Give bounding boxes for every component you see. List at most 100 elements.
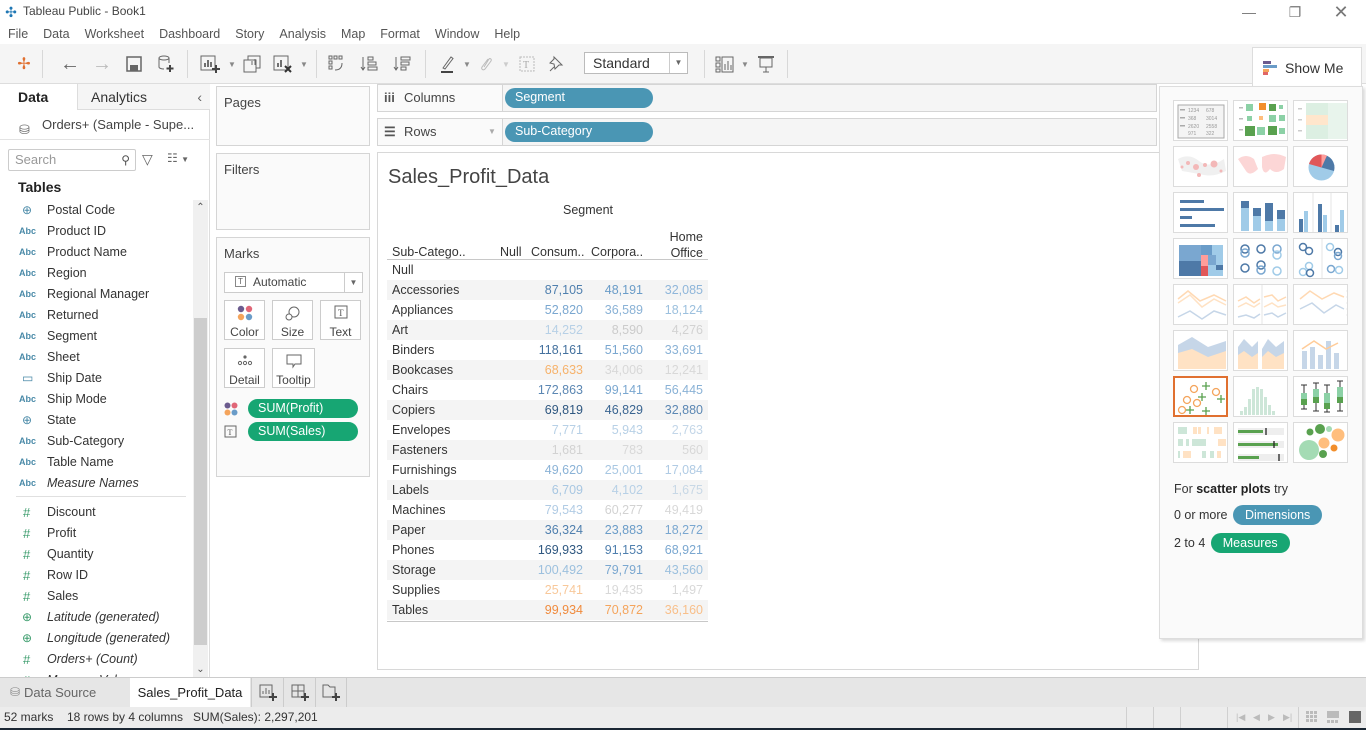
column-header-null[interactable]: Null (500, 245, 522, 259)
row-label[interactable]: Chairs (392, 380, 428, 400)
chart-type-pie-chart[interactable] (1293, 146, 1348, 187)
field-ship-mode[interactable]: Abc Ship Mode (0, 389, 195, 410)
swap-rows-columns-icon[interactable] (325, 52, 349, 76)
show-mark-labels-icon[interactable]: T (515, 52, 539, 76)
field-measure-names[interactable]: Abc Measure Names (0, 473, 195, 494)
field-region[interactable]: Abc Region (0, 263, 195, 284)
sum-profit-pill[interactable]: SUM(Profit) (248, 399, 358, 418)
rows-shelf[interactable]: ☰ Rows ▼ Sub-Category (377, 118, 1157, 146)
menu-data[interactable]: Data (43, 24, 69, 44)
presentation-mode-icon[interactable] (754, 52, 778, 76)
cell-value[interactable]: 49,419 (633, 500, 703, 520)
column-header-corporate[interactable]: Corpora.. (591, 245, 643, 259)
row-label[interactable]: Paper (392, 520, 425, 540)
field-list-scrollbar[interactable]: ⌃ ⌄ (193, 200, 208, 677)
view-mode-icon[interactable]: ☷ ▼ (167, 151, 189, 165)
field-sales[interactable]: # Sales (0, 586, 195, 607)
datasource-item[interactable]: ⛁ Orders+ (Sample - Supe... (0, 112, 210, 140)
new-worksheet-icon[interactable] (198, 52, 222, 76)
show-me-button[interactable]: Show Me (1252, 47, 1362, 87)
field-table-name[interactable]: Abc Table Name (0, 452, 195, 473)
table-row[interactable]: Storage 100,492 79,791 43,560 (387, 560, 708, 580)
last-page-icon[interactable]: ▶| (1283, 707, 1292, 728)
field-product-id[interactable]: Abc Product ID (0, 221, 195, 242)
fit-select[interactable]: Standard ▼ (584, 52, 688, 74)
cell-value[interactable]: 560 (633, 440, 703, 460)
cell-value[interactable]: 32,880 (633, 400, 703, 420)
sub-category-pill[interactable]: Sub-Category (505, 122, 653, 142)
table-row[interactable]: Copiers 69,819 46,829 32,880 (387, 400, 708, 420)
tab-analytics[interactable]: Analytics ‹ (77, 84, 210, 110)
row-label[interactable]: Phones (392, 540, 434, 560)
chart-type-box-and-whisker[interactable] (1293, 376, 1348, 417)
undo-icon[interactable]: ← (58, 52, 82, 76)
field-latitude-generated[interactable]: ⊕ Latitude (generated) (0, 607, 195, 628)
menu-format[interactable]: Format (380, 24, 420, 44)
table-row[interactable]: Accessories 87,105 48,191 32,085 (387, 280, 708, 300)
new-worksheet-dropdown-icon[interactable]: ▼ (228, 60, 236, 69)
cell-value[interactable]: 68,921 (633, 540, 703, 560)
field-sheet[interactable]: Abc Sheet (0, 347, 195, 368)
restore-button[interactable]: ❐ (1272, 0, 1318, 24)
cell-value[interactable]: 1,675 (633, 480, 703, 500)
field-product-name[interactable]: Abc Product Name (0, 242, 195, 263)
menu-file[interactable]: File (8, 24, 28, 44)
cell-value[interactable]: 56,445 (633, 380, 703, 400)
scroll-up-icon[interactable]: ⌃ (193, 202, 208, 213)
field-profit[interactable]: # Profit (0, 523, 195, 544)
chart-type-text-table[interactable]: 1234 678 368 3014 2620 2558 971 322 (1173, 100, 1228, 141)
chart-type-highlight-table[interactable] (1293, 100, 1348, 141)
cell-value[interactable]: 1,497 (633, 580, 703, 600)
chart-type-dual-combination[interactable] (1293, 330, 1348, 371)
field-postal-code[interactable]: ⊕ Postal Code (0, 200, 195, 221)
field-row-id[interactable]: # Row ID (0, 565, 195, 586)
cell-value[interactable]: 32,085 (633, 280, 703, 300)
row-label[interactable]: Machines (392, 500, 446, 520)
table-row[interactable]: Appliances 52,820 36,589 18,124 (387, 300, 708, 320)
column-header-consumer[interactable]: Consum.. (531, 245, 585, 259)
menu-map[interactable]: Map (341, 24, 365, 44)
first-page-icon[interactable]: |◀ (1236, 707, 1245, 728)
color-button[interactable]: Color (224, 300, 265, 340)
chart-type-area-discrete[interactable] (1233, 330, 1288, 371)
chart-type-side-by-side-bars[interactable] (1293, 192, 1348, 233)
redo-icon[interactable]: → (90, 52, 114, 76)
clear-sheet-icon[interactable] (271, 52, 295, 76)
row-label[interactable]: Envelopes (392, 420, 450, 440)
row-label[interactable]: Art (392, 320, 408, 340)
tab-data[interactable]: Data (0, 84, 77, 110)
table-row[interactable]: Phones 169,933 91,153 68,921 (387, 540, 708, 560)
menu-dashboard[interactable]: Dashboard (159, 24, 220, 44)
prev-page-icon[interactable]: ◀ (1253, 707, 1260, 728)
chart-type-scatter-plot[interactable] (1173, 376, 1228, 417)
chart-type-continuous-lines[interactable] (1173, 284, 1228, 325)
size-button[interactable]: Size (272, 300, 313, 340)
new-dashboard-tab-icon[interactable] (283, 678, 315, 707)
scrollbar-thumb[interactable] (194, 318, 207, 645)
new-worksheet-tab-icon[interactable] (251, 678, 283, 707)
cell-value[interactable]: 33,691 (633, 340, 703, 360)
menu-help[interactable]: Help (494, 24, 520, 44)
cell-value[interactable]: 43,560 (633, 560, 703, 580)
row-label[interactable]: Copiers (392, 400, 435, 420)
segment-pill[interactable]: Segment (505, 88, 653, 108)
column-header-home-office[interactable]: Home Office (657, 229, 703, 261)
sort-ascending-icon[interactable] (357, 52, 381, 76)
cell-value[interactable]: 4,276 (633, 320, 703, 340)
cell-value[interactable]: 36,160 (633, 600, 703, 620)
tableau-home-icon[interactable]: ✢ (12, 52, 36, 76)
row-label[interactable]: Appliances (392, 300, 453, 320)
table-row[interactable]: Null (387, 260, 708, 280)
sub-category-row-header[interactable]: Sub-Catego.. (392, 245, 466, 259)
search-input[interactable]: Search ⚲ (8, 149, 136, 171)
filmstrip-icon[interactable] (1327, 711, 1339, 725)
filters-card[interactable]: Filters (216, 153, 370, 230)
normal-view-icon[interactable] (1349, 711, 1361, 725)
table-row[interactable]: Labels 6,709 4,102 1,675 (387, 480, 708, 500)
minimize-button[interactable]: — (1226, 0, 1272, 24)
chart-type-side-by-side-circles[interactable] (1293, 238, 1348, 279)
new-data-source-icon[interactable] (154, 52, 178, 76)
field-ship-date[interactable]: ▭ Ship Date (0, 368, 195, 389)
text-button[interactable]: T Text (320, 300, 361, 340)
columns-shelf[interactable]: iii Columns Segment (377, 84, 1157, 112)
